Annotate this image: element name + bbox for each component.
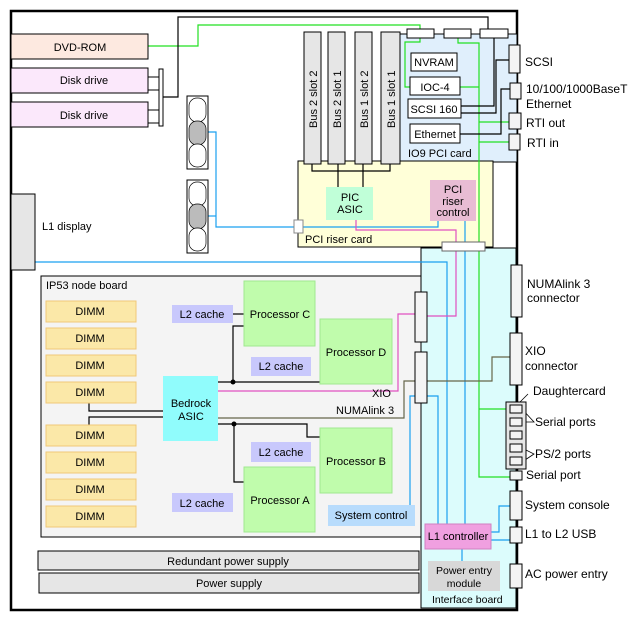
svg-text:control: control (436, 207, 469, 219)
node-connector (414, 351, 428, 404)
svg-text:Bus 2 slot 2: Bus 2 slot 2 (308, 71, 320, 128)
riser-interface-connector (441, 241, 486, 252)
svg-text:DIMM: DIMM (75, 387, 104, 399)
svg-text:Processor D: Processor D (326, 347, 387, 359)
ethernet-label: Ethernet (414, 129, 456, 141)
rti-in-label: RTI in (527, 136, 559, 150)
svg-text:Processor C: Processor C (250, 309, 311, 321)
xio-label: XIO (372, 388, 391, 400)
numalink-connector-label: NUMAlink 3 (527, 277, 591, 291)
svg-text:ASIC: ASIC (337, 204, 363, 216)
ethernet-port-label: 10/100/1000BaseT (526, 82, 628, 96)
svg-text:Power entry: Power entry (436, 565, 493, 577)
numalink-label: NUMAlink 3 (336, 405, 394, 417)
disk-drive-1: Disk drive (10, 67, 149, 94)
node-board-label: IP53 node board (46, 280, 127, 292)
svg-text:L2 cache: L2 cache (259, 447, 304, 459)
svg-text:L1 controller: L1 controller (428, 531, 489, 543)
svg-text:Processor B: Processor B (326, 456, 386, 468)
riser-label: PCI riser card (305, 234, 372, 246)
ac-power-label: AC power entry (525, 567, 608, 581)
svg-text:connector: connector (525, 359, 578, 373)
scsi-port-label: SCSI (525, 55, 553, 69)
svg-text:System control: System control (335, 510, 408, 522)
serial-port-label: Serial port (526, 468, 581, 482)
scsi160-label: SCSI 160 (410, 104, 457, 116)
svg-text:connector: connector (527, 291, 580, 305)
svg-text:DIMM: DIMM (75, 306, 104, 318)
interface-board-label: Interface board (432, 594, 503, 606)
svg-text:L2 cache: L2 cache (259, 361, 304, 373)
riser-connector (293, 219, 304, 234)
l1-display-label: L1 display (42, 221, 92, 233)
svg-text:DIMM: DIMM (75, 430, 104, 442)
svg-text:DIMM: DIMM (75, 333, 104, 345)
system-block-diagram: DVD-ROM Disk drive Disk drive L1 display… (9, 9, 628, 612)
ps2-ports-label: PS/2 ports (535, 447, 591, 461)
svg-text:L2 cache: L2 cache (180, 309, 225, 321)
svg-text:DIMM: DIMM (75, 457, 104, 469)
daughtercard-label: Daughtercard (533, 384, 606, 398)
ioc4-label: IOC-4 (420, 82, 449, 94)
svg-text:Power supply: Power supply (196, 578, 263, 590)
rti-out-label: RTI out (526, 116, 566, 130)
node-connector (414, 291, 428, 343)
svg-text:module: module (447, 578, 482, 590)
disk-drive-2: Disk drive (10, 101, 149, 128)
dvd-rom: DVD-ROM (10, 33, 149, 60)
pci-slot: Bus 2 slot 2 (303, 31, 322, 165)
l1-l2-usb-label: L1 to L2 USB (525, 527, 596, 541)
l1-display (10, 193, 36, 271)
svg-text:Bus 1 slot 1: Bus 1 slot 1 (386, 71, 398, 128)
svg-text:Redundant power supply: Redundant power supply (167, 556, 289, 568)
svg-text:Bus 2 slot 1: Bus 2 slot 1 (332, 71, 344, 128)
serial-ports-label: Serial ports (535, 415, 596, 429)
svg-text:L2 cache: L2 cache (180, 498, 225, 510)
svg-text:PCI: PCI (444, 184, 462, 196)
interface-board (420, 247, 517, 609)
xio-connector-label: XIO (525, 344, 546, 358)
disk1-label: Disk drive (60, 75, 108, 87)
pci-slot: Bus 1 slot 1 (380, 31, 401, 165)
pci-slot: Bus 2 slot 1 (327, 31, 346, 165)
svg-text:DIMM: DIMM (75, 360, 104, 372)
nvram-label: NVRAM (414, 57, 454, 69)
svg-text:PIC: PIC (341, 192, 359, 204)
pci-slot: Bus 1 slot 2 (354, 31, 373, 165)
io9-label: IO9 PCI card (408, 148, 472, 160)
disk2-label: Disk drive (60, 110, 108, 122)
svg-text:Processor A: Processor A (250, 495, 310, 507)
svg-text:DIMM: DIMM (75, 511, 104, 523)
io9-connectors (406, 28, 509, 39)
fan-icon (186, 95, 209, 170)
svg-text:Ethernet: Ethernet (526, 97, 572, 111)
svg-text:Bus 1 slot 2: Bus 1 slot 2 (359, 71, 371, 128)
svg-text:Bedrock: Bedrock (171, 398, 212, 410)
system-console-label: System console (525, 498, 610, 512)
dvd-label: DVD-ROM (54, 42, 107, 54)
svg-text:ASIC: ASIC (178, 411, 204, 423)
svg-text:DIMM: DIMM (75, 484, 104, 496)
fan-icon (186, 179, 209, 254)
